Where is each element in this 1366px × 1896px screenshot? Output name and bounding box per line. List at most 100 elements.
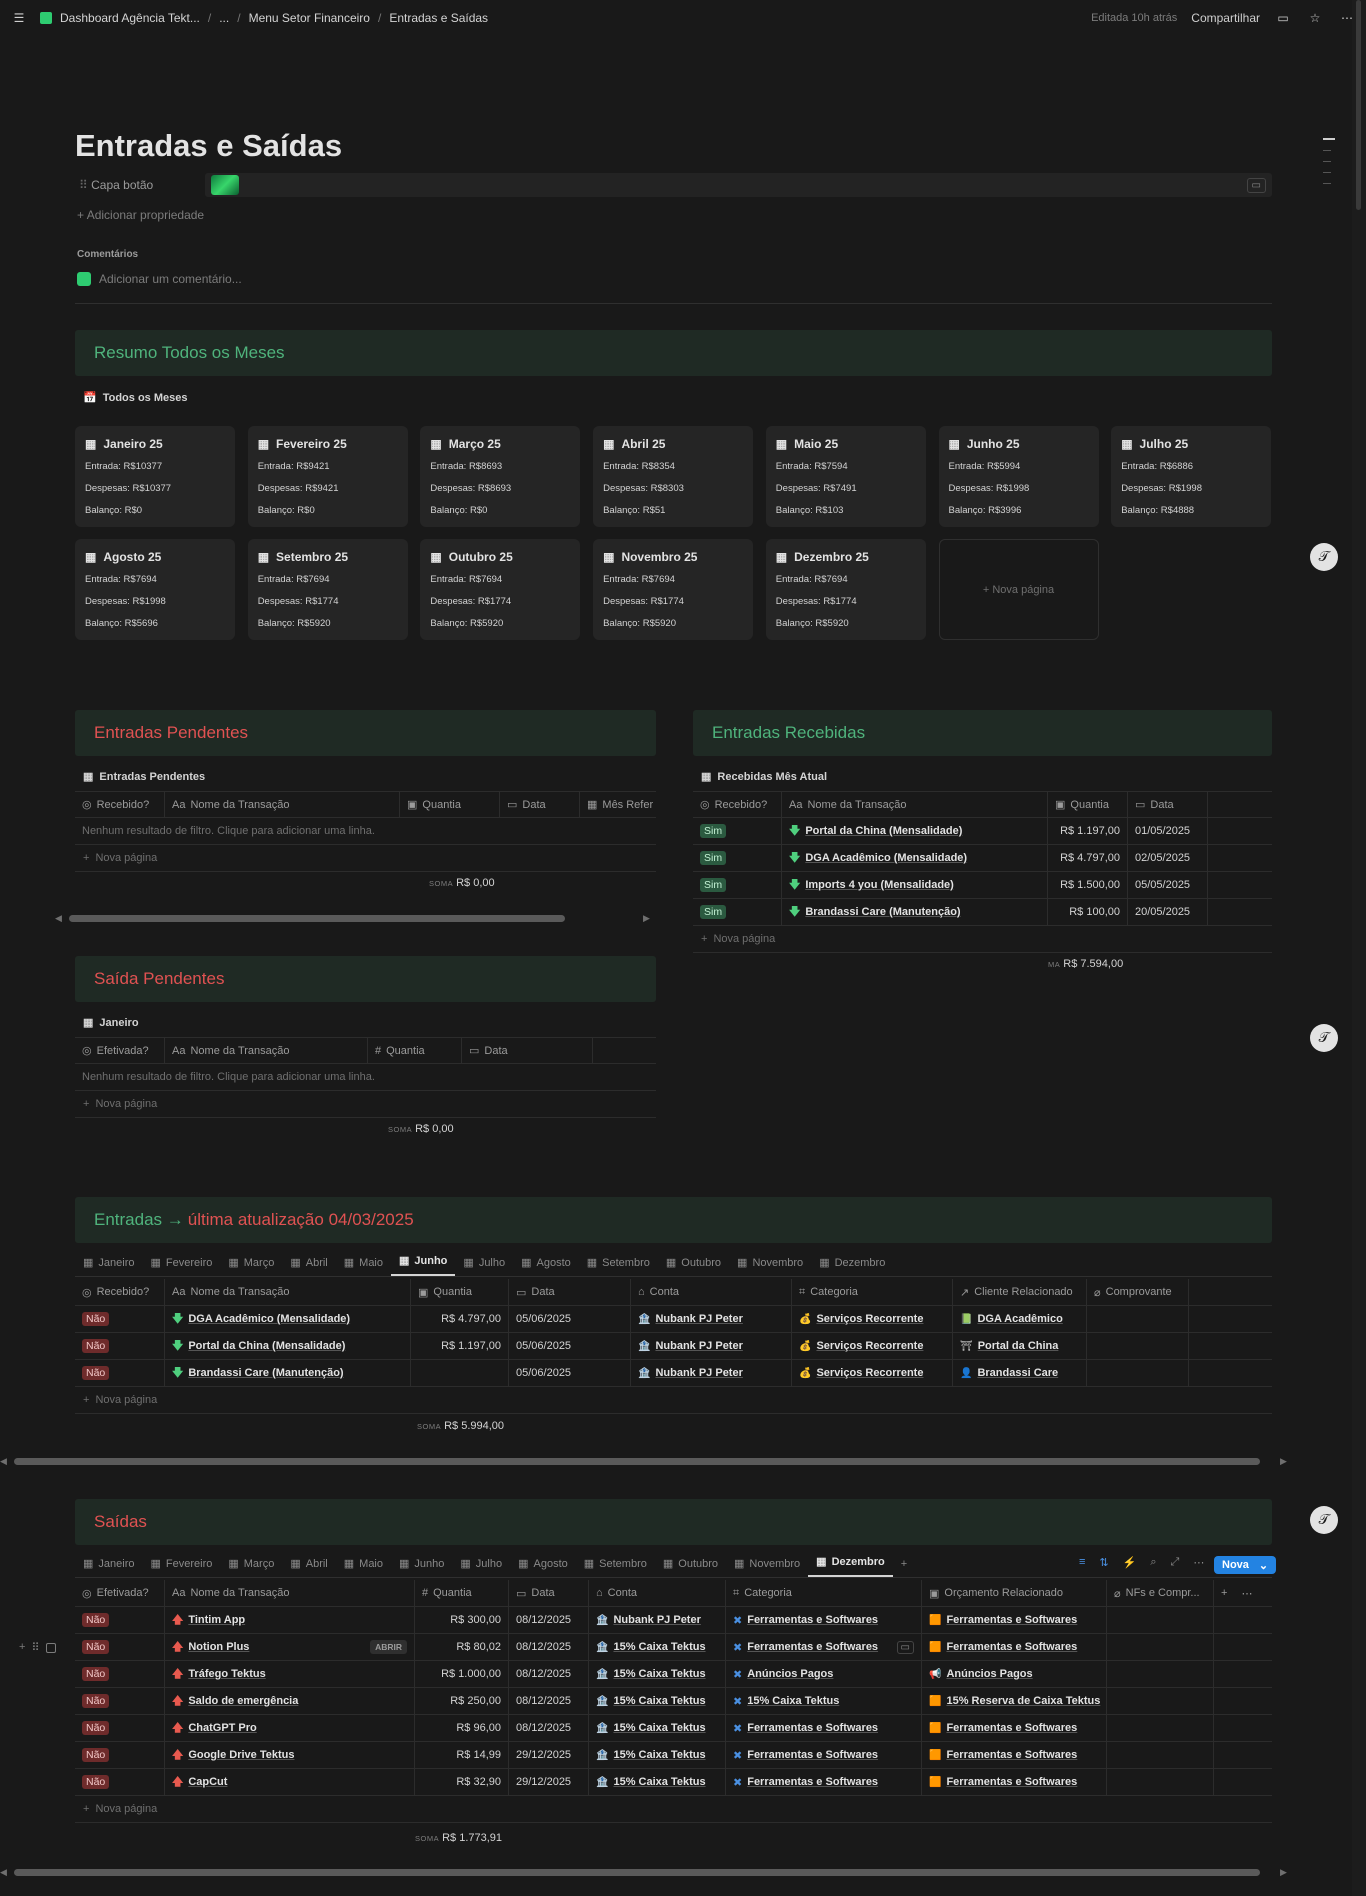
tab-setembro[interactable]: ▦ Setembro xyxy=(576,1557,655,1577)
amount-cell[interactable]: R$ 1.500,00 xyxy=(1048,872,1128,898)
date-cell[interactable]: 05/05/2025 xyxy=(1128,872,1208,898)
tab-dezembro[interactable]: ▦ Dezembro xyxy=(808,1555,893,1577)
tab-março[interactable]: ▦ Março xyxy=(220,1557,282,1577)
add-row-icon[interactable]: + xyxy=(19,1641,25,1654)
page-outline[interactable] xyxy=(1323,138,1335,184)
sum-footer[interactable]: SOMA R$ 1.773,91 xyxy=(415,1832,502,1844)
column-header[interactable]: Aa Nome da Transação xyxy=(782,792,1048,817)
open-button[interactable]: ABRIR xyxy=(370,1640,407,1654)
category-cell[interactable]: ✖ Ferramentas e Softwares ▭ xyxy=(726,1634,922,1660)
receipt-cell[interactable] xyxy=(1107,1688,1214,1714)
table-row[interactable]: Não 🡇 Portal da China (Mensalidade) R$ 1.19… xyxy=(75,1333,1272,1360)
status-cell[interactable]: Não xyxy=(75,1688,165,1714)
status-cell[interactable]: Sim xyxy=(693,845,782,871)
tab-fevereiro[interactable]: ▦ Fevereiro xyxy=(142,1557,220,1577)
status-cell[interactable]: Não xyxy=(75,1715,165,1741)
new-button[interactable]: Nova ⌄ xyxy=(1214,1556,1277,1574)
tab-abril[interactable]: ▦ Abril xyxy=(282,1557,335,1577)
budget-cell[interactable]: 🟧 Ferramentas e Softwares xyxy=(922,1715,1107,1741)
breadcrumb-ellipsis[interactable]: ... xyxy=(219,11,229,25)
tab-março[interactable]: ▦ Março xyxy=(220,1256,282,1276)
category-cell[interactable]: ✖ Ferramentas e Softwares xyxy=(726,1715,922,1741)
status-cell[interactable]: Sim xyxy=(693,872,782,898)
date-cell[interactable]: 20/05/2025 xyxy=(1128,899,1208,925)
category-cell[interactable]: 💰 Serviços Recorrente xyxy=(792,1306,953,1332)
receipt-cell[interactable] xyxy=(1087,1333,1189,1359)
card-title[interactable]: ▦ Setembro 25 xyxy=(258,550,398,564)
column-header[interactable]: Aa Nome da Transação xyxy=(165,792,400,817)
amount-cell[interactable]: R$ 96,00 xyxy=(415,1715,509,1741)
date-cell[interactable]: 08/12/2025 xyxy=(509,1634,589,1660)
receipt-cell[interactable] xyxy=(1087,1306,1189,1332)
view-entradas-pendentes[interactable]: ▦ Entradas Pendentes xyxy=(83,770,205,784)
sum-footer[interactable]: SOMA R$ 5.994,00 xyxy=(417,1420,504,1432)
account-cell[interactable]: 🏦 15% Caixa Tektus xyxy=(589,1769,726,1795)
transaction-name[interactable]: Saldo de emergência xyxy=(188,1695,298,1707)
column-header[interactable]: ◎ Recebido? xyxy=(693,792,782,817)
receipt-cell[interactable] xyxy=(1087,1360,1189,1386)
sort-icon[interactable]: ⇅ xyxy=(1099,1556,1108,1569)
sum-footer[interactable]: SOMA R$ 0,00 xyxy=(429,877,495,889)
amount-cell[interactable]: R$ 100,00 xyxy=(1048,899,1128,925)
column-header[interactable]: ▭ Data xyxy=(509,1279,631,1305)
month-card[interactable]: ▦ Maio 25 Entrada: R$7594 Despesas: R$7491 B… xyxy=(765,426,926,527)
card-title[interactable]: ▦ Março 25 xyxy=(430,437,570,451)
property-value[interactable]: ▭ xyxy=(205,173,1272,197)
status-cell[interactable]: Não xyxy=(75,1742,165,1768)
amount-cell[interactable] xyxy=(411,1360,509,1386)
receipt-cell[interactable] xyxy=(1107,1634,1214,1660)
horizontal-scrollbar[interactable]: ◀ ▶ xyxy=(0,1456,1297,1466)
month-card[interactable]: ▦ Setembro 25 Entrada: R$7694 Despesas: R$1… xyxy=(247,539,408,640)
month-card[interactable]: ▦ Novembro 25 Entrada: R$7694 Despesas: R$1… xyxy=(593,539,754,640)
budget-cell[interactable]: 📢 Anúncios Pagos xyxy=(922,1661,1107,1687)
table-row[interactable]: Não 🡅 Saldo de emergência R$ 250,00 08/12/20… xyxy=(75,1688,1272,1715)
column-header[interactable]: ▣ Quantia xyxy=(1048,792,1128,817)
name-cell[interactable]: 🡅 Notion Plus ABRIR xyxy=(165,1634,415,1660)
amount-cell[interactable]: R$ 1.197,00 xyxy=(1048,818,1128,844)
comment-icon[interactable]: ▭ xyxy=(1246,177,1266,193)
card-title[interactable]: ▦ Novembro 25 xyxy=(603,550,743,564)
column-header[interactable]: ▭ Data xyxy=(1128,792,1208,817)
table-row[interactable]: Sim 🡇 Imports 4 you (Mensalidade) R$ 1.500,… xyxy=(693,872,1272,899)
column-header[interactable]: ◎ Recebido? xyxy=(75,792,165,817)
column-header[interactable]: Aa Nome da Transação xyxy=(165,1580,415,1606)
category-cell[interactable]: ✖ Anúncios Pagos xyxy=(726,1661,922,1687)
row-checkbox[interactable] xyxy=(45,1643,56,1653)
name-cell[interactable]: 🡇 Imports 4 you (Mensalidade) xyxy=(782,872,1048,898)
column-header[interactable]: ▭ Data xyxy=(500,792,580,817)
expand-icon[interactable]: ⤢ xyxy=(1171,1556,1180,1569)
status-cell[interactable]: Não xyxy=(75,1360,165,1386)
column-header[interactable]: ▣ Quantia xyxy=(400,792,500,817)
tab-setembro[interactable]: ▦ Setembro xyxy=(579,1256,658,1276)
scroll-right-icon[interactable]: ▶ xyxy=(1280,1867,1287,1878)
amount-cell[interactable]: R$ 32,90 xyxy=(415,1769,509,1795)
table-row[interactable]: Não 🡅 Google Drive Tektus R$ 14,99 29/12/202… xyxy=(75,1742,1272,1769)
name-cell[interactable]: 🡅 ChatGPT Pro xyxy=(165,1715,415,1741)
amount-cell[interactable]: R$ 250,00 xyxy=(415,1688,509,1714)
column-header[interactable]: ▦ Mês Refer xyxy=(580,792,656,817)
date-cell[interactable]: 05/06/2025 xyxy=(509,1306,631,1332)
table-row[interactable]: Não 🡅 ChatGPT Pro R$ 96,00 08/12/2025 🏦 15% Ca… xyxy=(75,1715,1272,1742)
comment-icon[interactable]: ▭ xyxy=(1274,9,1292,27)
account-cell[interactable]: 🏦 Nubank PJ Peter xyxy=(631,1333,792,1359)
column-header[interactable]: # Quantia xyxy=(368,1038,462,1063)
new-page-card[interactable]: + Nova página xyxy=(938,539,1099,640)
column-header[interactable]: ▭ Data xyxy=(509,1580,589,1606)
add-property-button[interactable]: + Adicionar propriedade xyxy=(77,208,204,222)
card-title[interactable]: ▦ Outubro 25 xyxy=(430,550,570,564)
name-cell[interactable]: 🡇 Portal da China (Mensalidade) xyxy=(782,818,1048,844)
tab-outubro[interactable]: ▦ Outubro xyxy=(655,1557,726,1577)
amount-cell[interactable]: R$ 1.197,00 xyxy=(411,1333,509,1359)
amount-cell[interactable]: R$ 1.000,00 xyxy=(415,1661,509,1687)
scroll-left-icon[interactable]: ◀ xyxy=(0,1867,7,1878)
column-header[interactable]: ▭ Data xyxy=(462,1038,593,1063)
column-header[interactable]: ⌗ Categoria xyxy=(726,1580,922,1606)
name-cell[interactable]: 🡅 Tintim App xyxy=(165,1607,415,1633)
budget-cell[interactable]: 🟧 Ferramentas e Softwares xyxy=(922,1607,1107,1633)
breadcrumb-current[interactable]: Entradas e Saídas xyxy=(389,11,488,25)
column-header[interactable]: ⌀ NFs e Compr... xyxy=(1107,1580,1214,1606)
status-cell[interactable]: Não xyxy=(75,1634,165,1660)
status-cell[interactable]: Não xyxy=(75,1333,165,1359)
card-title[interactable]: ▦ Maio 25 xyxy=(776,437,916,451)
table-row[interactable]: Não 🡇 Brandassi Care (Manutenção) 05/06/202… xyxy=(75,1360,1272,1387)
